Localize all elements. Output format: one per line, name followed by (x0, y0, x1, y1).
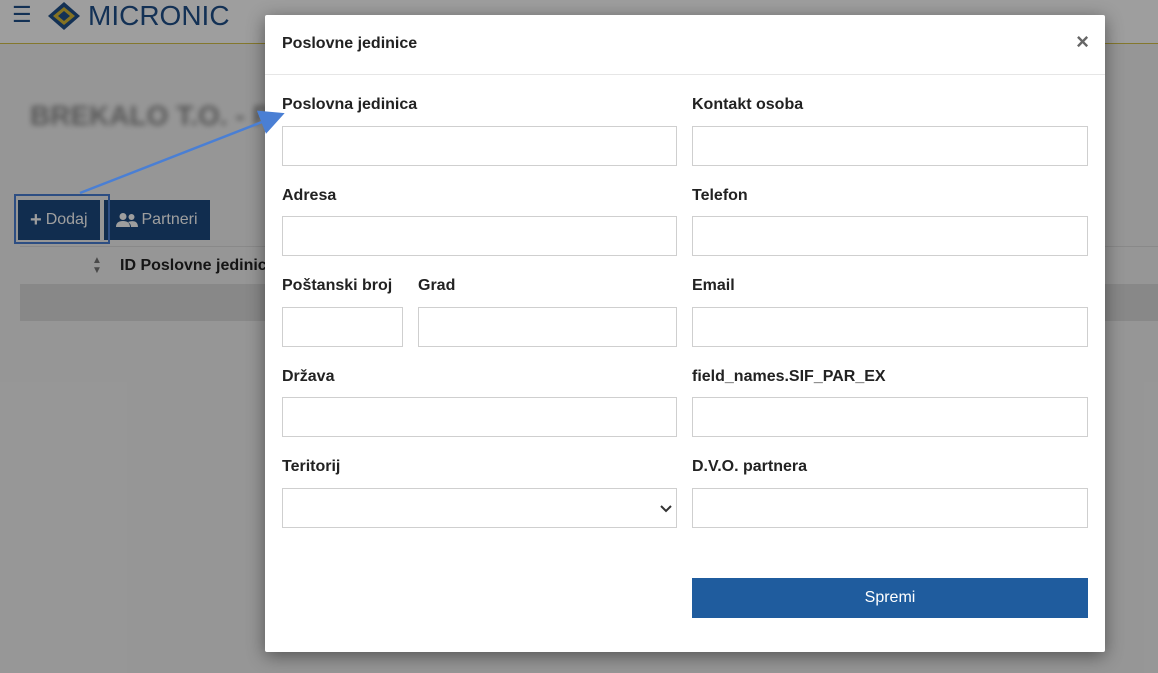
email-input[interactable] (692, 307, 1088, 347)
drzava-input[interactable] (282, 397, 677, 437)
close-icon[interactable]: × (1076, 31, 1089, 53)
kontakt-osoba-input[interactable] (692, 126, 1088, 166)
teritorij-select[interactable] (282, 488, 677, 528)
save-button[interactable]: Spremi (692, 578, 1088, 618)
telefon-input[interactable] (692, 216, 1088, 256)
telefon-label: Telefon (692, 187, 748, 204)
grad-label: Grad (418, 277, 456, 294)
drzava-label: Država (282, 368, 335, 385)
modal-header: Poslovne jedinice × (265, 15, 1105, 75)
sif-par-ex-input[interactable] (692, 397, 1088, 437)
teritorij-label: Teritorij (282, 458, 341, 475)
postanski-broj-label: Poštanski broj (282, 277, 393, 294)
dvo-partnera-label: D.V.O. partnera (692, 458, 808, 475)
business-unit-modal: Poslovne jedinice × Poslovna jedinica Ko… (265, 15, 1105, 652)
poslovna-jedinica-input[interactable] (282, 126, 677, 166)
modal-title: Poslovne jedinice (282, 35, 418, 52)
adresa-label: Adresa (282, 187, 337, 204)
poslovna-jedinica-label: Poslovna jedinica (282, 96, 418, 113)
kontakt-osoba-label: Kontakt osoba (692, 96, 804, 113)
dvo-partnera-input[interactable] (692, 488, 1088, 528)
sif-par-ex-label: field_names.SIF_PAR_EX (692, 368, 886, 385)
grad-input[interactable] (418, 307, 677, 347)
email-label: Email (692, 277, 735, 294)
postanski-broj-input[interactable] (282, 307, 403, 347)
adresa-input[interactable] (282, 216, 677, 256)
chevron-down-icon (660, 505, 672, 513)
